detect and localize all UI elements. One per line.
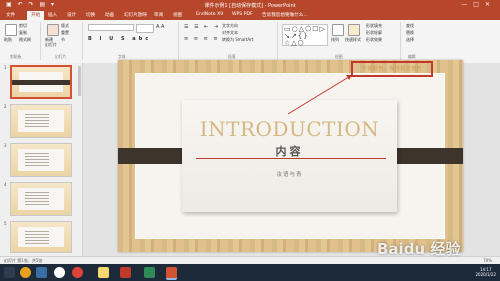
browser-icon[interactable] xyxy=(20,267,31,278)
windows-taskbar: 14:17 2020/1/22 xyxy=(0,264,500,281)
excel-icon[interactable] xyxy=(144,267,155,278)
watermark-logo: Baidu 经验 xyxy=(377,240,461,258)
powerpoint-icon[interactable] xyxy=(166,267,177,280)
qq-browser-icon[interactable] xyxy=(54,267,65,278)
folder-icon[interactable] xyxy=(98,267,109,278)
explorer-icon[interactable] xyxy=(36,267,47,278)
chrome-icon[interactable] xyxy=(72,267,83,278)
taskbar-clock[interactable]: 14:17 2020/1/22 xyxy=(475,267,496,277)
zoom-level[interactable]: 70% xyxy=(483,258,492,263)
start-icon[interactable] xyxy=(4,267,15,278)
clock-date: 2020/1/22 xyxy=(475,272,496,277)
app-icon[interactable] xyxy=(120,267,131,278)
